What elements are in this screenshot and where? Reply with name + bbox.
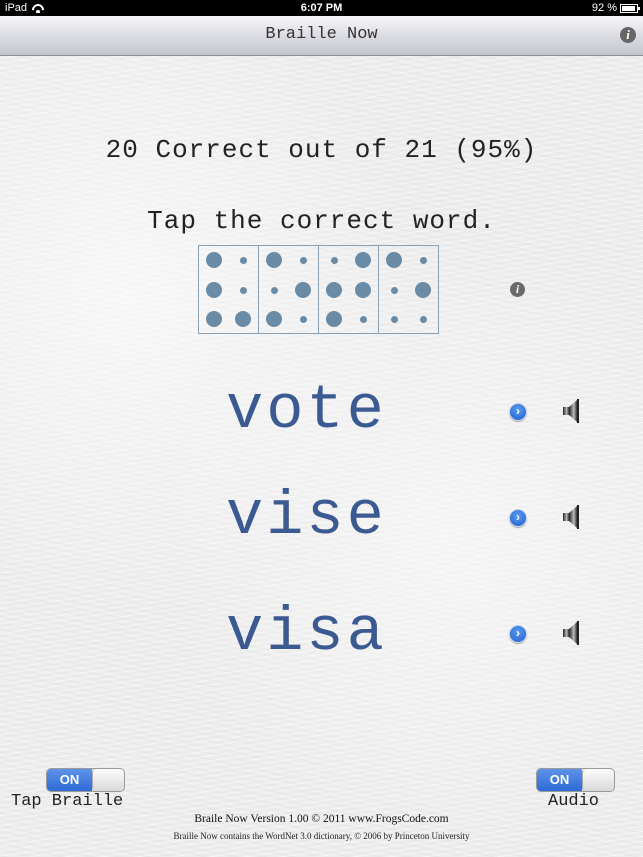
choice-row: visa › [0, 598, 643, 668]
braille-dot-flat [239, 286, 247, 294]
page-title: Braille Now [265, 25, 378, 44]
instruction-text: Tap the correct word. [147, 206, 496, 236]
tap-braille-toggle[interactable]: ON [46, 768, 125, 792]
navigation-bar: Braille Now i [0, 16, 643, 56]
braille-dot-raised [355, 282, 371, 298]
braille-dot-raised [206, 282, 222, 298]
toggle-knob [92, 769, 124, 791]
braille-cell-t[interactable] [318, 245, 379, 334]
braille-dot-flat [330, 256, 338, 264]
tap-braille-label: Tap Braille [11, 792, 124, 811]
braille-dot-flat [299, 315, 307, 323]
speaker-icon[interactable] [562, 398, 582, 424]
choice-word[interactable]: visa [226, 598, 387, 668]
braille-dot-raised [415, 282, 431, 298]
toggle-state: ON [47, 769, 92, 791]
speaker-icon[interactable] [562, 504, 582, 530]
choice-row: vote › [0, 376, 643, 446]
status-bar: iPad 6:07 PM 92 % [0, 0, 643, 16]
braille-dot-flat [419, 256, 427, 264]
braille-dot-raised [235, 311, 251, 327]
braille-dot-flat [299, 256, 307, 264]
braille-dot-flat [359, 315, 367, 323]
battery-icon [620, 3, 640, 13]
choice-word[interactable]: vise [226, 482, 387, 552]
toggle-knob [582, 769, 614, 791]
score-text: 20 Correct out of 21 (95%) [105, 135, 538, 165]
braille-dot-raised [355, 252, 371, 268]
version-text: Braile Now Version 1.00 © 2011 www.Frogs… [194, 813, 449, 825]
disclosure-icon[interactable]: › [509, 625, 527, 643]
braille-cell-v[interactable] [198, 245, 259, 334]
braille-dot-flat [419, 315, 427, 323]
audio-label: Audio [548, 792, 600, 811]
braille-dot-raised [206, 252, 222, 268]
braille-dot-raised [386, 252, 402, 268]
braille-dot-raised [266, 252, 282, 268]
clock: 6:07 PM [300, 2, 343, 14]
toggle-state: ON [537, 769, 582, 791]
braille-dot-flat [270, 286, 278, 294]
braille-dot-raised [295, 282, 311, 298]
battery-percent: 92 % [591, 2, 617, 14]
braille-display[interactable] [198, 245, 439, 334]
braille-dot-raised [206, 311, 222, 327]
disclosure-icon[interactable]: › [509, 509, 527, 527]
speaker-icon[interactable] [562, 620, 582, 646]
choice-word[interactable]: vote [226, 376, 387, 446]
audio-toggle[interactable]: ON [536, 768, 615, 792]
disclosure-icon[interactable]: › [509, 403, 527, 421]
braille-cell-o[interactable] [258, 245, 319, 334]
braille-cell-e[interactable] [378, 245, 439, 334]
choice-row: vise › [0, 482, 643, 552]
braille-info-icon[interactable]: i [510, 282, 525, 297]
paper-background [0, 56, 643, 857]
braille-dot-raised [326, 282, 342, 298]
credits-text: Braille Now contains the WordNet 3.0 dic… [173, 831, 470, 841]
braille-dot-flat [239, 256, 247, 264]
braille-dot-raised [266, 311, 282, 327]
braille-dot-flat [390, 315, 398, 323]
info-icon[interactable]: i [620, 27, 636, 43]
braille-dot-raised [326, 311, 342, 327]
braille-dot-flat [390, 286, 398, 294]
